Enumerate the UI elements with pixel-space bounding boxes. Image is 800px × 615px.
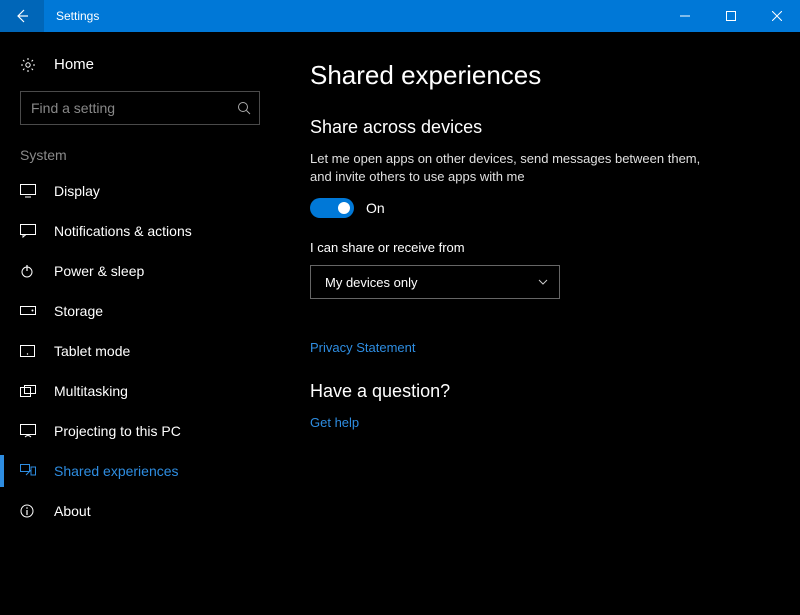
share-toggle[interactable] xyxy=(310,198,354,218)
search-input[interactable] xyxy=(31,100,237,116)
share-toggle-row: On xyxy=(310,198,770,218)
sidebar-nav: Display Notifications & actions Power & … xyxy=(0,171,280,531)
sidebar-home-label: Home xyxy=(42,56,94,73)
projecting-icon xyxy=(20,424,42,438)
minimize-icon xyxy=(680,11,690,21)
window-controls xyxy=(662,0,800,32)
share-from-dropdown[interactable]: My devices only xyxy=(310,265,560,299)
maximize-icon xyxy=(726,11,736,21)
titlebar: Settings xyxy=(0,0,800,32)
close-icon xyxy=(772,11,782,21)
section-share-across-title: Share across devices xyxy=(310,117,770,138)
sidebar-item-label: Display xyxy=(42,183,100,199)
get-help-link[interactable]: Get help xyxy=(310,415,359,430)
sidebar-item-label: Power & sleep xyxy=(42,263,144,279)
close-button[interactable] xyxy=(754,0,800,32)
sidebar-item-projecting[interactable]: Projecting to this PC xyxy=(0,411,280,451)
power-icon xyxy=(20,264,42,278)
tablet-icon xyxy=(20,345,42,357)
question-title: Have a question? xyxy=(310,381,770,402)
sidebar-item-shared-experiences[interactable]: Shared experiences xyxy=(0,451,280,491)
section-share-across-desc: Let me open apps on other devices, send … xyxy=(310,150,710,186)
sidebar: Home System Display Notifications & acti… xyxy=(0,32,280,615)
page-title: Shared experiences xyxy=(310,60,770,91)
sidebar-item-notifications[interactable]: Notifications & actions xyxy=(0,211,280,251)
sidebar-item-label: Shared experiences xyxy=(42,463,179,479)
gear-icon xyxy=(20,57,42,73)
share-toggle-state: On xyxy=(366,200,385,216)
share-from-label: I can share or receive from xyxy=(310,240,770,255)
toggle-knob xyxy=(338,202,350,214)
sidebar-item-tablet[interactable]: Tablet mode xyxy=(0,331,280,371)
minimize-button[interactable] xyxy=(662,0,708,32)
storage-icon xyxy=(20,306,42,316)
search-box[interactable] xyxy=(20,91,260,125)
sidebar-item-label: Tablet mode xyxy=(42,343,130,359)
sidebar-item-label: About xyxy=(42,503,91,519)
about-icon xyxy=(20,504,42,518)
search-icon xyxy=(237,101,251,115)
sidebar-section-label: System xyxy=(0,147,280,171)
settings-window: Settings Home xyxy=(0,0,800,615)
dropdown-selected-value: My devices only xyxy=(325,275,417,290)
display-icon xyxy=(20,184,42,198)
chevron-down-icon xyxy=(537,276,549,288)
sidebar-item-about[interactable]: About xyxy=(0,491,280,531)
window-title: Settings xyxy=(44,9,662,23)
sidebar-item-label: Storage xyxy=(42,303,103,319)
back-button[interactable] xyxy=(0,0,44,32)
sidebar-item-display[interactable]: Display xyxy=(0,171,280,211)
window-body: Home System Display Notifications & acti… xyxy=(0,32,800,615)
content-pane: Shared experiences Share across devices … xyxy=(280,32,800,615)
sidebar-item-storage[interactable]: Storage xyxy=(0,291,280,331)
notifications-icon xyxy=(20,224,42,238)
privacy-statement-link[interactable]: Privacy Statement xyxy=(310,340,416,355)
sidebar-item-label: Projecting to this PC xyxy=(42,423,181,439)
sidebar-item-label: Multitasking xyxy=(42,383,128,399)
multitasking-icon xyxy=(20,385,42,397)
sidebar-item-label: Notifications & actions xyxy=(42,223,192,239)
sidebar-home[interactable]: Home xyxy=(0,48,280,91)
shared-experiences-icon xyxy=(20,464,42,478)
sidebar-item-multitasking[interactable]: Multitasking xyxy=(0,371,280,411)
arrow-left-icon xyxy=(14,8,30,24)
sidebar-item-power[interactable]: Power & sleep xyxy=(0,251,280,291)
maximize-button[interactable] xyxy=(708,0,754,32)
